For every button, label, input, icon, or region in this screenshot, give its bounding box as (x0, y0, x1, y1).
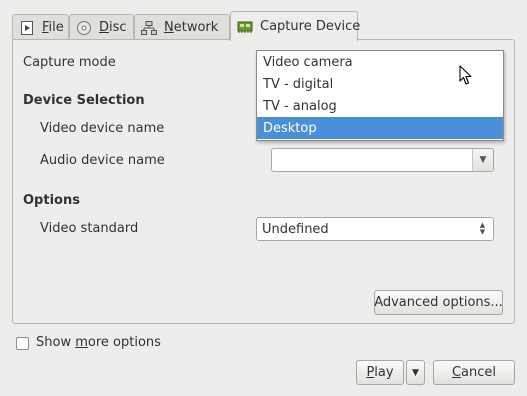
capture-mode-dropdown[interactable]: Video camera TV - digital TV - analog De… (256, 50, 504, 141)
capture-mode-option[interactable]: TV - analog (257, 95, 503, 117)
device-selection-heading: Device Selection (23, 93, 145, 108)
chevron-down-icon: ▼ (412, 367, 419, 378)
video-standard-label: Video standard (40, 221, 139, 236)
spin-arrows-icon: ▲ ▼ (479, 221, 486, 236)
tab-disc[interactable]: Disc (69, 14, 134, 40)
show-more-options-label[interactable]: Show more options (36, 335, 161, 350)
video-device-label: Video device name (40, 121, 165, 136)
options-heading: Options (23, 193, 80, 208)
tab-file-label: File (42, 20, 64, 35)
disc-icon (76, 20, 92, 36)
chevron-down-icon[interactable]: ▼ (472, 149, 493, 171)
file-icon (19, 20, 35, 36)
tab-bar: File Disc Network Capture Device (12, 11, 515, 41)
tab-disc-label: Disc (99, 20, 127, 35)
audio-device-label: Audio device name (40, 153, 165, 168)
tab-network[interactable]: Network (134, 14, 230, 40)
show-more-options-checkbox[interactable] (16, 337, 29, 350)
video-standard-select[interactable]: Undefined ▲ ▼ (256, 217, 494, 241)
capture-mode-option-selected[interactable]: Desktop (257, 117, 503, 139)
advanced-options-button[interactable]: Advanced options... (374, 290, 503, 315)
play-button[interactable]: Play (356, 360, 404, 385)
play-options-button[interactable]: ▼ (406, 360, 425, 385)
video-standard-value: Undefined (262, 221, 329, 237)
capture-card-icon (237, 19, 253, 35)
tab-capture-device-label: Capture Device (260, 19, 361, 34)
mouse-cursor-icon (459, 65, 473, 90)
tab-capture-device[interactable]: Capture Device (230, 11, 361, 41)
network-icon (141, 20, 157, 36)
tab-network-label: Network (164, 20, 219, 35)
capture-mode-label: Capture mode (23, 55, 116, 70)
tab-file[interactable]: File (12, 14, 69, 40)
audio-device-combo[interactable]: ▼ (271, 148, 494, 172)
cancel-button[interactable]: Cancel (433, 360, 515, 385)
